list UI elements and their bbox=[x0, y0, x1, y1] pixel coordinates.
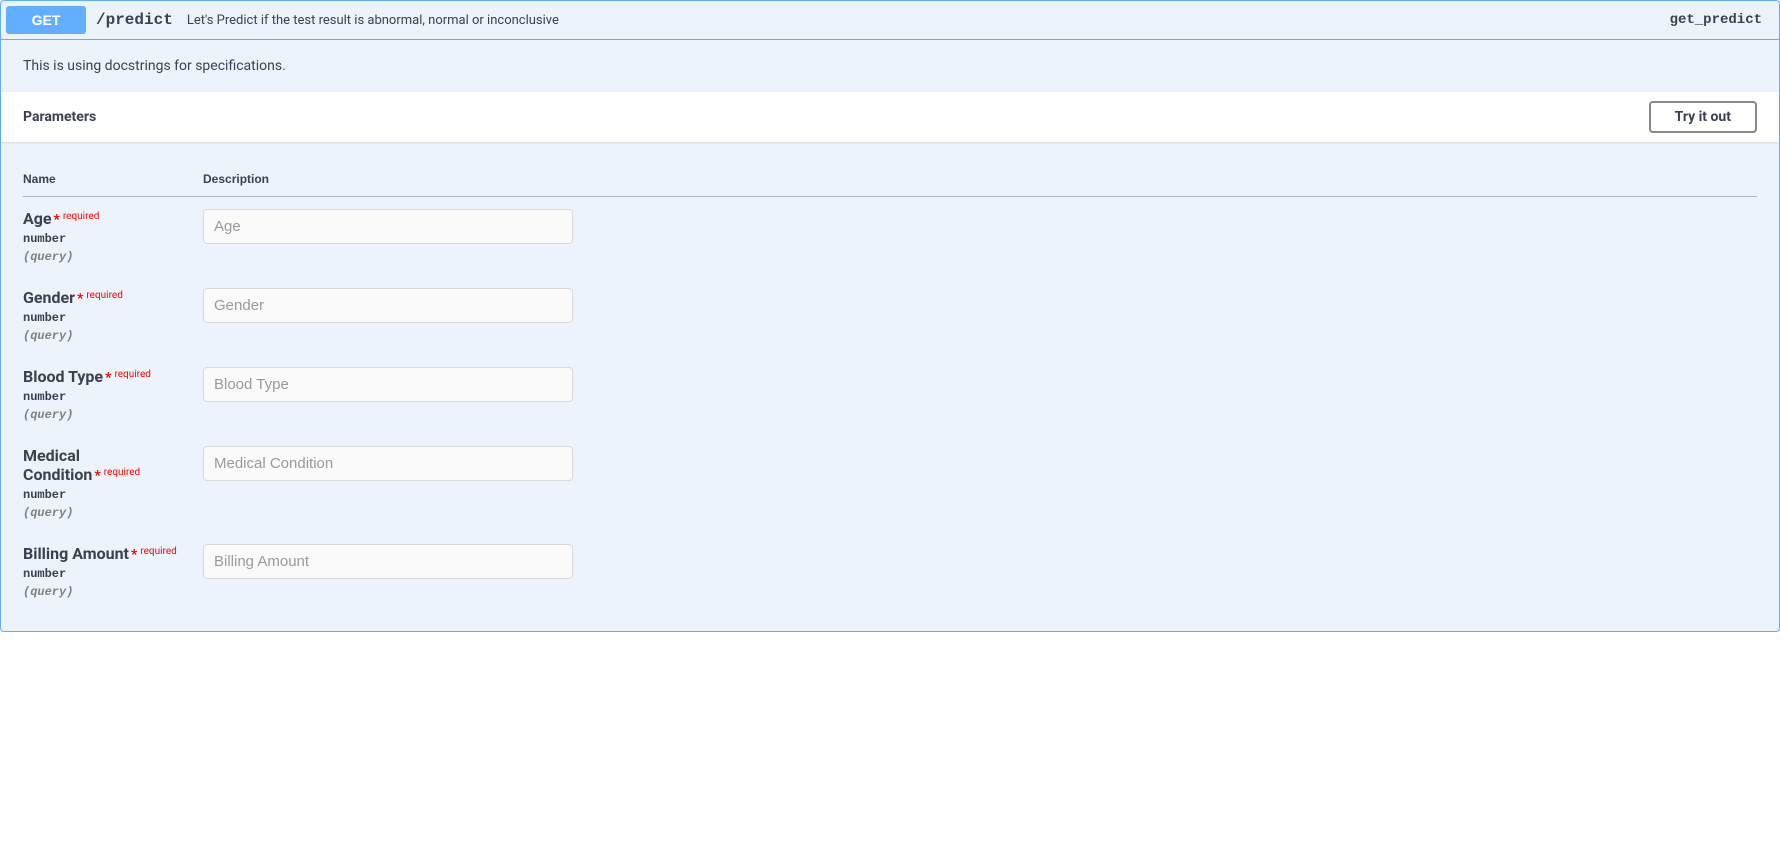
operation-summary-text: Let's Predict if the test result is abno… bbox=[183, 13, 1670, 28]
parameter-input[interactable] bbox=[203, 367, 573, 402]
parameter-name-cell: Medical Condition*required number(query) bbox=[23, 434, 203, 532]
http-method-badge: GET bbox=[6, 6, 86, 34]
parameter-input[interactable] bbox=[203, 544, 573, 579]
operation-block: GET /predict Let's Predict if the test r… bbox=[0, 0, 1780, 632]
parameter-name-cell: Gender*requirednumber(query) bbox=[23, 276, 203, 355]
parameter-description-cell bbox=[203, 532, 1757, 611]
parameter-name: Billing Amount bbox=[23, 544, 129, 563]
operation-path: /predict bbox=[86, 11, 183, 29]
parameter-name: Gender bbox=[23, 288, 75, 307]
parameter-row: Billing Amount*requirednumber(query) bbox=[23, 532, 1757, 611]
parameters-title: Parameters bbox=[23, 109, 96, 125]
parameter-name: Blood Type bbox=[23, 367, 103, 386]
parameter-type: number bbox=[23, 228, 191, 246]
required-star-icon: * bbox=[92, 468, 100, 484]
try-it-out-button[interactable]: Try it out bbox=[1649, 101, 1757, 133]
parameter-in: (query) bbox=[23, 502, 191, 520]
required-label: required bbox=[83, 290, 122, 301]
required-label: required bbox=[137, 546, 176, 557]
parameter-description-cell bbox=[203, 197, 1757, 277]
required-label: required bbox=[60, 211, 99, 222]
required-label: required bbox=[111, 369, 150, 380]
parameter-name: Age bbox=[23, 209, 52, 228]
parameter-input[interactable] bbox=[203, 446, 573, 481]
parameter-type: number bbox=[23, 386, 191, 404]
parameter-in: (query) bbox=[23, 325, 191, 343]
parameter-row: Blood Type*requirednumber(query) bbox=[23, 355, 1757, 434]
parameter-row: Medical Condition*required number(query) bbox=[23, 434, 1757, 532]
parameter-name-cell: Blood Type*requirednumber(query) bbox=[23, 355, 203, 434]
operation-id: get_predict bbox=[1670, 12, 1774, 28]
parameter-row: Age*required number(query) bbox=[23, 197, 1757, 277]
parameters-section-header: Parameters Try it out bbox=[1, 92, 1779, 142]
required-label: required bbox=[101, 467, 140, 478]
parameter-in: (query) bbox=[23, 404, 191, 422]
parameter-description-cell bbox=[203, 355, 1757, 434]
parameter-in: (query) bbox=[23, 246, 191, 264]
parameter-type: number bbox=[23, 307, 191, 325]
parameter-in: (query) bbox=[23, 581, 191, 599]
parameters-table: Name Description Age*requirednumber(quer… bbox=[23, 162, 1757, 611]
operation-description: This is using docstrings for specificati… bbox=[23, 58, 1757, 74]
parameters-container: Name Description Age*requirednumber(quer… bbox=[1, 142, 1779, 631]
required-star-icon: * bbox=[52, 212, 60, 228]
operation-description-section: This is using docstrings for specificati… bbox=[1, 40, 1779, 92]
parameter-row: Gender*requirednumber(query) bbox=[23, 276, 1757, 355]
parameter-description-cell bbox=[203, 434, 1757, 532]
parameter-type: number bbox=[23, 484, 191, 502]
parameter-description-cell bbox=[203, 276, 1757, 355]
parameter-name-cell: Billing Amount*requirednumber(query) bbox=[23, 532, 203, 611]
parameter-type: number bbox=[23, 563, 191, 581]
table-header-name: Name bbox=[23, 162, 203, 197]
parameter-name: Medical Condition bbox=[23, 446, 92, 484]
parameter-name-cell: Age*required number(query) bbox=[23, 197, 203, 277]
operation-summary-row[interactable]: GET /predict Let's Predict if the test r… bbox=[1, 1, 1779, 40]
parameter-input[interactable] bbox=[203, 209, 573, 244]
parameter-input[interactable] bbox=[203, 288, 573, 323]
table-header-description: Description bbox=[203, 162, 1757, 197]
